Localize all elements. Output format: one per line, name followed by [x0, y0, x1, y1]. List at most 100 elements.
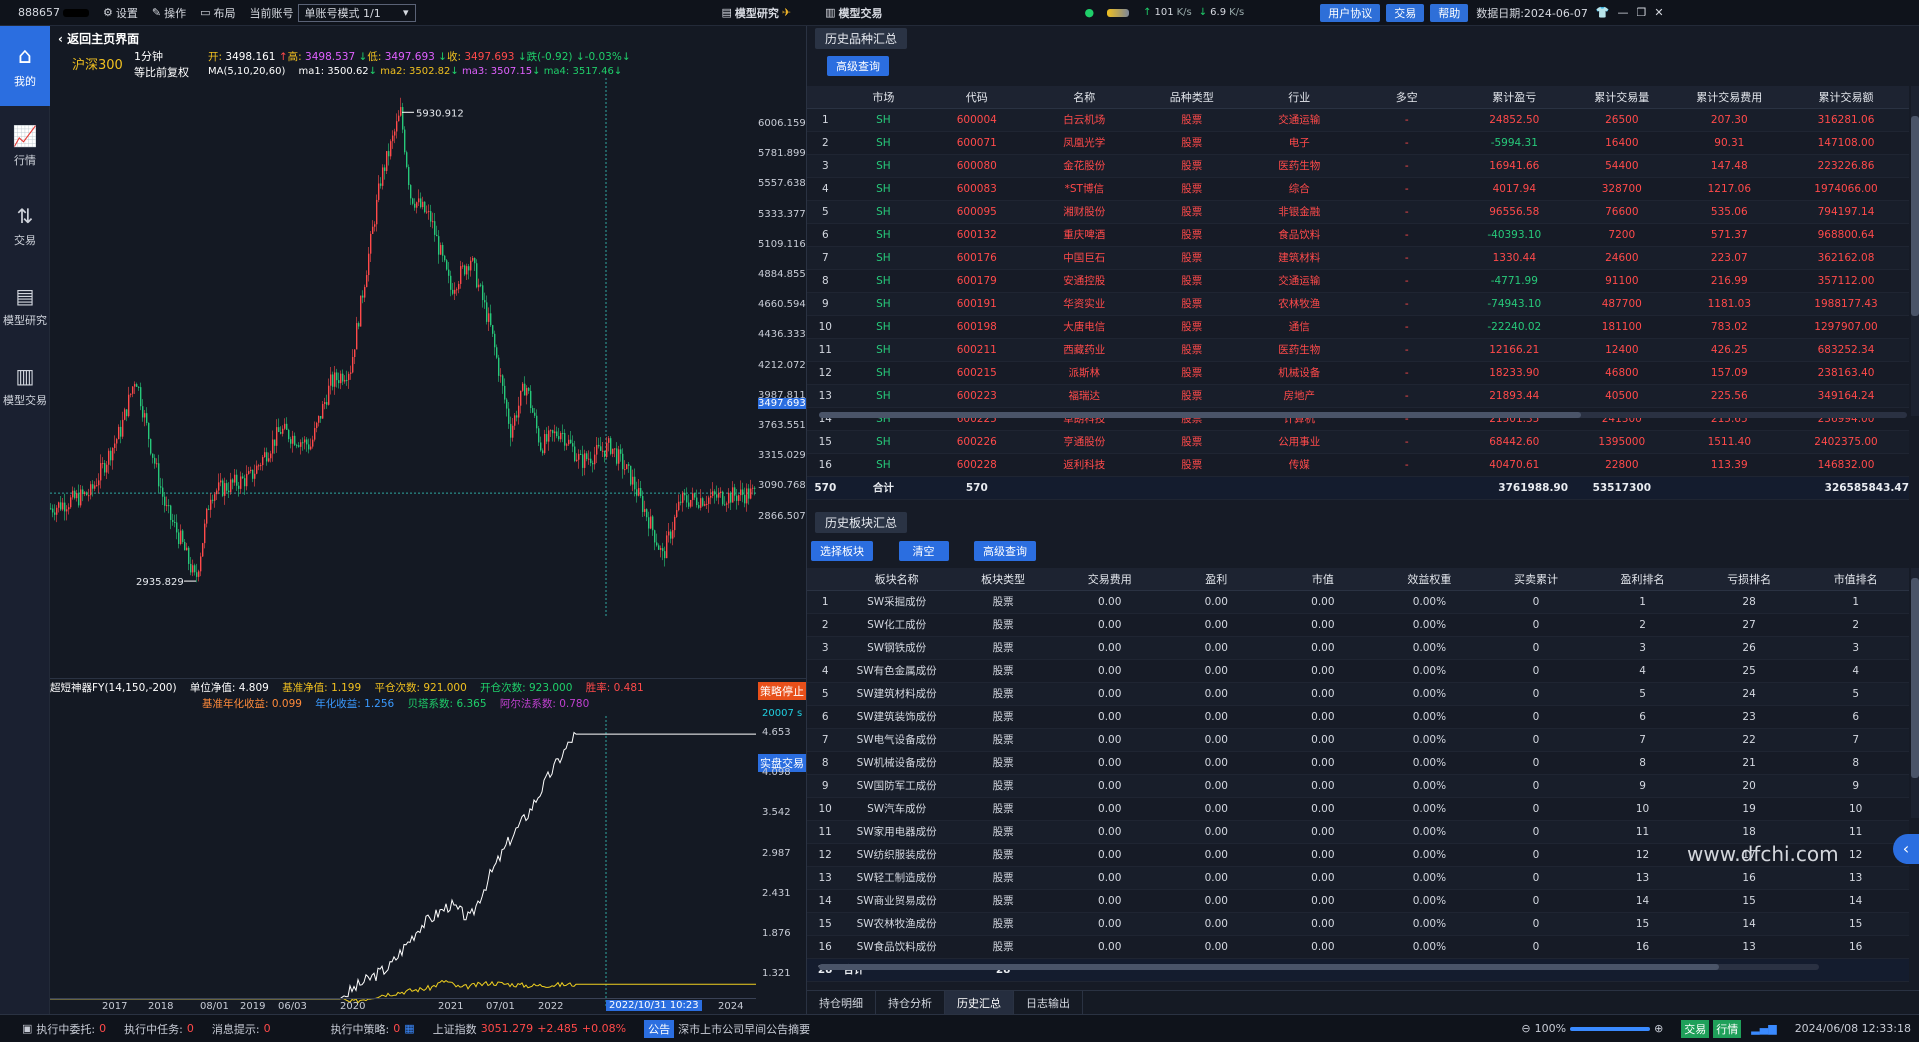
table-row[interactable]: 3 SW钢铁成份 股票 0.00 0.00 0.00 0.00% 0 3 26 3 [807, 636, 1909, 660]
sector-vscrollbar[interactable] [1911, 568, 1919, 818]
strategy-stop-button[interactable]: 策略停止 [758, 682, 806, 700]
notice-ticker[interactable]: 公告 深市上市公司早间公告摘要 [644, 1019, 810, 1038]
column-header[interactable]: 买卖累计 [1482, 568, 1590, 591]
table-row[interactable]: 1 SH 600004 白云机场 股票 交通运输 -24852.50 26500 207.30 3… [807, 108, 1909, 132]
column-header[interactable]: 累计交易量 [1568, 86, 1676, 109]
column-header[interactable]: 亏损排名 [1695, 568, 1803, 591]
table-row[interactable]: 8 SH 600179 安通控股 股票 交通运输 - -4771.99 91100 216.99 3… [807, 269, 1909, 293]
table-row[interactable]: 11 SW家用电器成份 股票 0.00 0.00 0.00 0.00% 0 11 18 11 [807, 820, 1909, 844]
quote-status[interactable]: 行情 [1713, 1019, 1742, 1038]
table-cell: 0.00 [1269, 774, 1377, 798]
model-trade-tab[interactable]: ▥ 模型交易 [825, 5, 882, 21]
pending-orders[interactable]: ▣ 执行中委托: 0 [22, 1021, 106, 1037]
column-header[interactable]: 盈利 [1163, 568, 1270, 591]
minimize-icon[interactable]: — [1618, 6, 1629, 19]
tab-position-analysis[interactable]: 持仓分析 [876, 991, 945, 1014]
table-row[interactable]: 1 SW采掘成份 股票 0.00 0.00 0.00 0.00% 0 1 28 1 [807, 590, 1909, 614]
trade-status[interactable]: 交易 [1681, 1019, 1710, 1038]
table-row[interactable]: 13 SH 600223 福瑞达 股票 房地产 -21893.44 40500 225.56 34… [807, 384, 1909, 408]
help-button[interactable]: 帮助 [1430, 3, 1469, 22]
sector-scrollbar[interactable] [819, 964, 1819, 970]
column-header[interactable] [807, 568, 844, 591]
variety-vscrollbar[interactable] [1911, 86, 1919, 416]
table-row[interactable]: 9 SH 600191 华资实业 股票 农林牧渔 - -74943.10 487700 1181.… [807, 292, 1909, 316]
tab-log-output[interactable]: 日志输出 [1014, 991, 1083, 1014]
nav-curve-chart[interactable] [50, 716, 756, 1006]
column-header[interactable]: 板块名称 [843, 568, 950, 591]
price-chart[interactable]: 5930.912 2935.829 [50, 78, 806, 618]
tab-positions[interactable]: 持仓明细 [807, 991, 876, 1014]
zoom-control[interactable]: ⊖ 100% ⊕ [1521, 1022, 1663, 1035]
zoom-slider[interactable] [1570, 1026, 1651, 1031]
column-header[interactable]: 市值排名 [1802, 568, 1909, 591]
variety-scrollbar[interactable] [819, 412, 1907, 418]
nav-item-mine[interactable]: ⌂ 我的 [0, 26, 50, 106]
column-header[interactable]: 多空 [1353, 86, 1461, 109]
user-agreement-button[interactable]: 用户协议 [1320, 3, 1381, 22]
table-row[interactable]: 2 SW化工成份 股票 0.00 0.00 0.00 0.00% 0 2 27 2 [807, 613, 1909, 637]
table-row[interactable]: 6 SW建筑装饰成份 股票 0.00 0.00 0.00 0.00% 0 6 23 6 [807, 705, 1909, 729]
table-row[interactable]: 5 SH 600095 湘财股份 股票 非银金融 -96556.58 76600 535.06 7… [807, 200, 1909, 224]
select-sector-button[interactable]: 选择板块 [811, 541, 873, 561]
table-row[interactable]: 8 SW机械设备成份 股票 0.00 0.00 0.00 0.00% 0 8 21 8 [807, 751, 1909, 775]
pending-strategies[interactable]: 执行中策略: 0 ▦ [331, 1021, 415, 1037]
operation-button[interactable]: ✎ 操作 [152, 5, 186, 21]
model-research-tab[interactable]: ▤ 模型研究 ✈ [722, 5, 792, 21]
layout-button[interactable]: ▭ 布局 [200, 5, 235, 21]
restore-icon[interactable]: ❐ [1637, 6, 1647, 19]
table-row[interactable]: 6 SH 600132 重庆啤酒 股票 食品饮料 - -40393.10 7200 571.37 9… [807, 223, 1909, 247]
table-row[interactable]: 9 SW国防军工成份 股票 0.00 0.00 0.00 0.00% 0 9 20 9 [807, 774, 1909, 798]
table-row[interactable]: 14 SW商业贸易成份 股票 0.00 0.00 0.00 0.00% 0 14 15 14 [807, 889, 1909, 913]
table-row[interactable]: 14 SH 600225 卓朗科技 股票 计算机 -21501.35 241300 215.65… [807, 407, 1909, 431]
messages[interactable]: 消息提示: 0 [212, 1021, 271, 1037]
column-header[interactable]: 交易费用 [1056, 568, 1164, 591]
table-row[interactable]: 5 SW建筑材料成份 股票 0.00 0.00 0.00 0.00% 0 5 24 5 [807, 682, 1909, 706]
table-row[interactable]: 2 SH 600071 凤凰光学 股票 电子 - -5994.31 16400 90.31 1471… [807, 131, 1909, 155]
column-header[interactable]: 盈利排名 [1589, 568, 1696, 591]
shirt-icon[interactable]: 👕 [1596, 6, 1610, 19]
column-header[interactable]: 名称 [1030, 86, 1139, 109]
collapse-panel-icon[interactable]: ‹ [1893, 834, 1919, 864]
chart-period[interactable]: 1分钟 [134, 48, 163, 64]
nav-item-trade[interactable]: ⇅ 交易 [0, 186, 50, 266]
variety-advanced-query-button[interactable]: 高级查询 [827, 56, 889, 76]
column-header[interactable]: 累计交易费用 [1675, 86, 1784, 109]
table-row[interactable]: 7 SW电气设备成份 股票 0.00 0.00 0.00 0.00% 0 7 22 7 [807, 728, 1909, 752]
table-row[interactable]: 7 SH 600176 中国巨石 股票 建筑材料 -1330.44 24600 223.07 36… [807, 246, 1909, 270]
column-header[interactable]: 代码 [923, 86, 1031, 109]
trade-button[interactable]: 交易 [1386, 3, 1425, 22]
table-row[interactable]: 3 SH 600080 金花股份 股票 医药生物 -16941.66 54400 147.48 2… [807, 154, 1909, 178]
table-row[interactable]: 16 SW食品饮料成份 股票 0.00 0.00 0.00 0.00% 0 16 13 16 [807, 935, 1909, 959]
table-row[interactable]: 15 SH 600226 亨通股份 股票 公用事业 -68442.60 1395000 1511… [807, 430, 1909, 454]
sector-advanced-query-button[interactable]: 高级查询 [974, 541, 1036, 561]
table-row[interactable]: 16 SH 600228 返利科技 股票 传媒 -40470.61 22800 113.39 14… [807, 453, 1909, 477]
table-row[interactable]: 15 SW农林牧渔成份 股票 0.00 0.00 0.00 0.00% 0 15 14 15 [807, 912, 1909, 936]
column-header[interactable]: 市场 [843, 86, 924, 109]
nav-item-quotes[interactable]: 📈 行情 [0, 106, 50, 186]
column-header[interactable]: 板块类型 [949, 568, 1057, 591]
settings-button[interactable]: ⚙ 设置 [103, 5, 138, 21]
column-header[interactable] [807, 86, 844, 109]
tab-history-summary[interactable]: 历史汇总 [945, 991, 1014, 1014]
nav-item-model-trade[interactable]: ▥ 模型交易 [0, 346, 50, 426]
column-header[interactable]: 累计交易额 [1783, 86, 1909, 109]
close-icon[interactable]: ✕ [1654, 6, 1663, 19]
table-row[interactable]: 4 SH 600083 *ST博信 股票 综合 -4017.94 328700 1217.06 1… [807, 177, 1909, 201]
column-header[interactable]: 累计盈亏 [1460, 86, 1569, 109]
pending-tasks[interactable]: 执行中任务: 0 [124, 1021, 194, 1037]
table-row[interactable]: 11 SH 600211 西藏药业 股票 医药生物 -12166.21 12400 426.25… [807, 338, 1909, 362]
account-mode-select[interactable]: 单账号模式 1/1 ▾ [297, 3, 416, 22]
column-header[interactable]: 效益权重 [1376, 568, 1483, 591]
column-header[interactable]: 行业 [1245, 86, 1354, 109]
table-row[interactable]: 10 SH 600198 大唐电信 股票 通信 - -22240.02 181100 783.02… [807, 315, 1909, 339]
column-header[interactable]: 市值 [1269, 568, 1377, 591]
table-row[interactable]: 13 SW轻工制造成份 股票 0.00 0.00 0.00 0.00% 0 13 16 13 [807, 866, 1909, 890]
back-to-home-link[interactable]: ‹ 返回主页界面 [58, 30, 139, 47]
table-row[interactable]: 12 SH 600215 派斯林 股票 机械设备 -18233.90 46800 157.09 2… [807, 361, 1909, 385]
table-row[interactable]: 10 SW汽车成份 股票 0.00 0.00 0.00 0.00% 0 10 19 10 [807, 797, 1909, 821]
clear-button[interactable]: 清空 [898, 541, 949, 561]
nav-item-model-research[interactable]: ▤ 模型研究 [0, 266, 50, 346]
index-ticker[interactable]: 上证指数 3051.279 +2.485 +0.08% [433, 1021, 626, 1037]
table-row[interactable]: 4 SW有色金属成份 股票 0.00 0.00 0.00 0.00% 0 4 25 4 [807, 659, 1909, 683]
column-header[interactable]: 品种类型 [1138, 86, 1246, 109]
